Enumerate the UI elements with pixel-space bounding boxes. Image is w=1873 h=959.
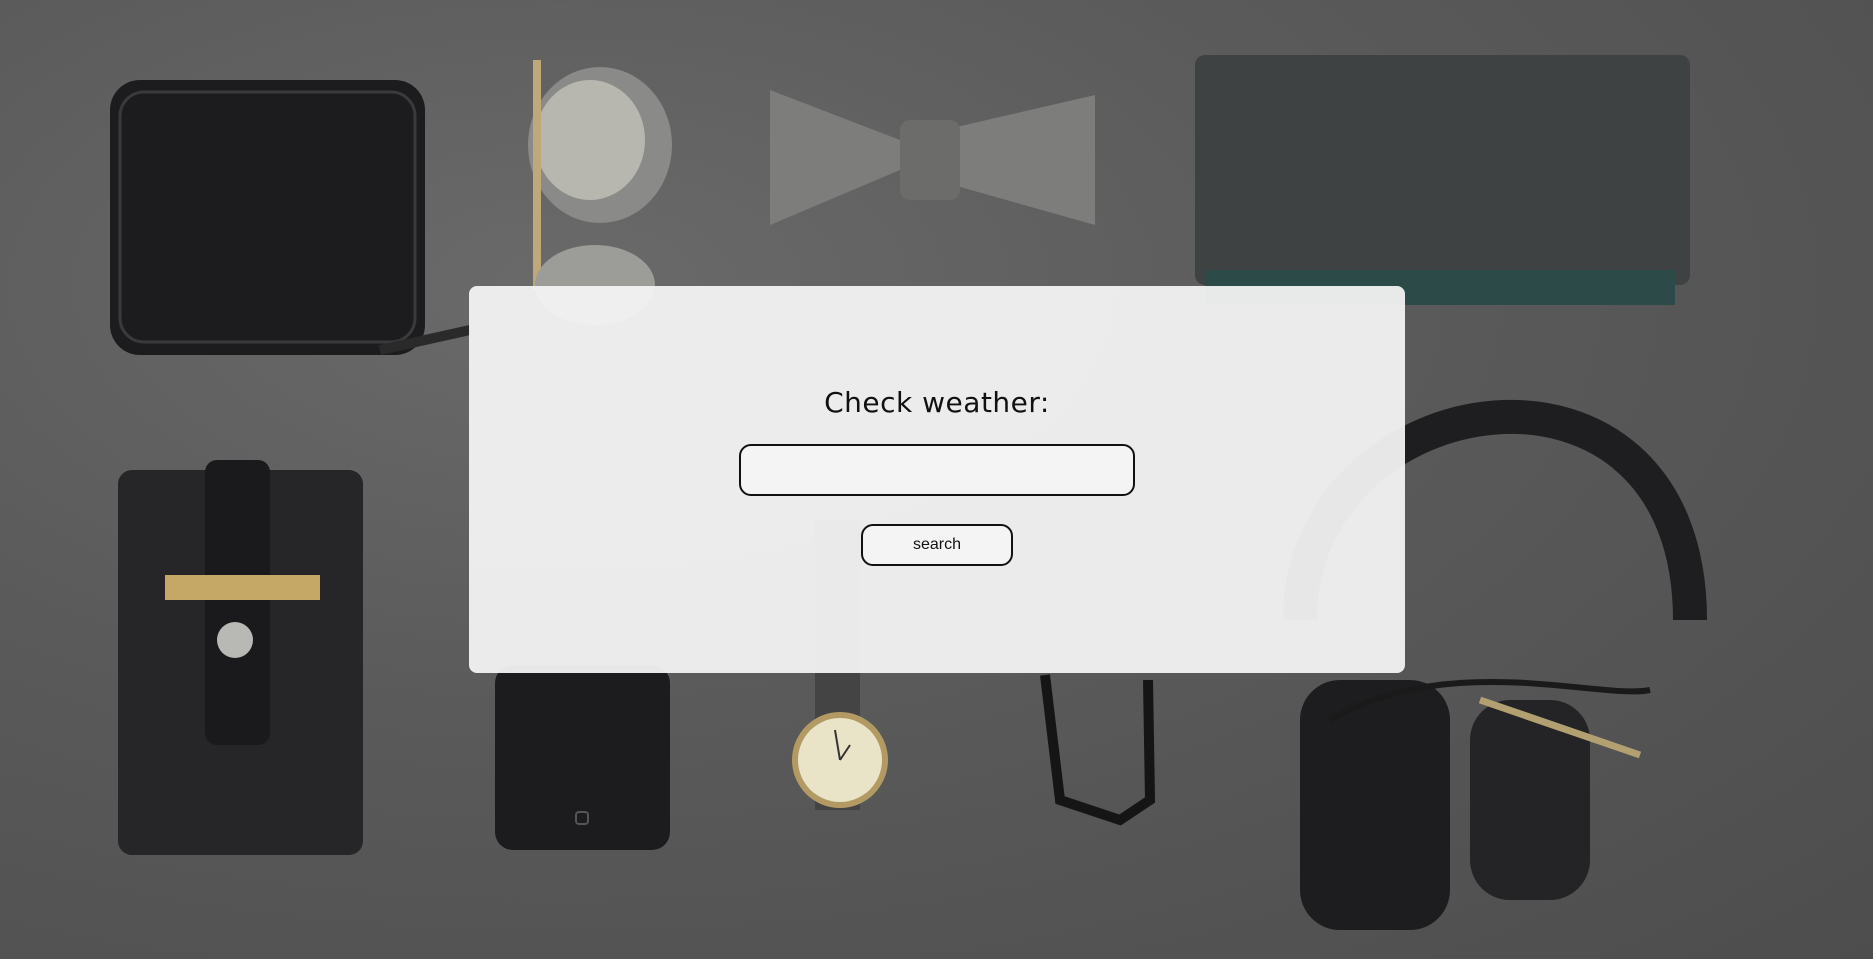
weather-search-panel: Check weather: search: [469, 286, 1405, 673]
city-search-input[interactable]: [739, 444, 1135, 496]
wallet-icon: [110, 80, 472, 355]
panel-title: Check weather:: [824, 386, 1050, 419]
eyeglasses-icon: [1040, 674, 1156, 826]
bow-tie-icon: [770, 90, 1095, 225]
card-holder-icon: [118, 460, 363, 855]
phone-icon: [495, 665, 670, 850]
notebook-icon: [1195, 55, 1690, 305]
search-button[interactable]: search: [861, 524, 1013, 566]
